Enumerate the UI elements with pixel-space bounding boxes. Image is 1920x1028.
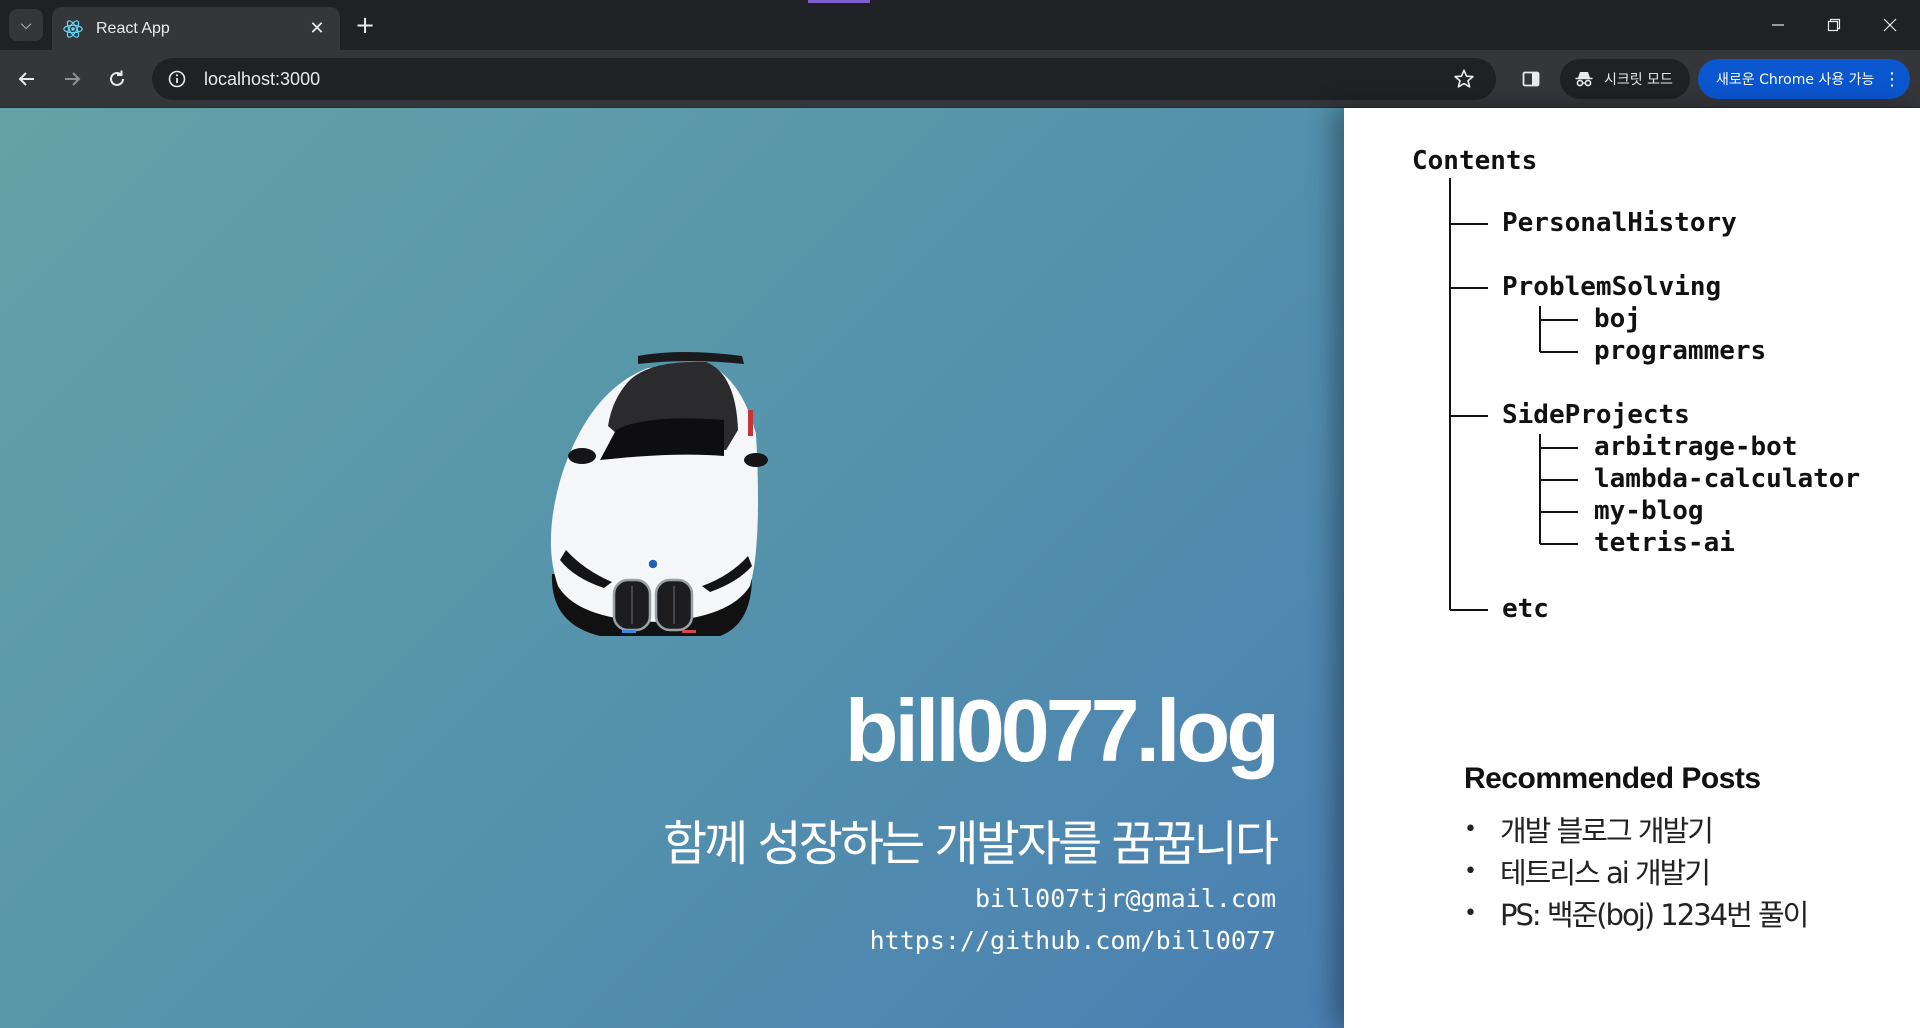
page-viewport: bill0077.log 함께 성장하는 개발자를 꿈꿉니다 bill007tj… — [0, 108, 1920, 1028]
bullet-icon: • — [1464, 900, 1477, 926]
arrow-left-icon — [18, 72, 34, 86]
tab-title: React App — [96, 19, 170, 37]
sidebar: Contents PersonalHistory ProblemSolving … — [1344, 108, 1920, 1028]
chevron-down-icon: ⌵ — [20, 17, 32, 33]
close-icon — [1883, 18, 1897, 32]
minimize-icon — [1772, 24, 1784, 26]
recommended-post-item[interactable]: • PS: 백준(boj) 1234번 풀이 — [1464, 892, 1809, 934]
github-link[interactable]: https://github.com/bill0077 — [870, 926, 1276, 955]
blog-tagline: 함께 성장하는 개발자를 꿈꿉니다 — [662, 816, 1279, 872]
chrome-update-button[interactable]: 새로운 Chrome 사용 가능 ⋮ — [1698, 59, 1910, 99]
recommended-post-title: 테트리스 ai 개발기 — [1500, 856, 1711, 890]
more-vert-icon[interactable]: ⋮ — [1880, 69, 1904, 90]
close-tab-icon[interactable]: ✕ — [304, 16, 330, 42]
email-link[interactable]: bill007tjr@gmail.com — [975, 884, 1276, 913]
toc-item-personal-history[interactable]: PersonalHistory — [1502, 208, 1737, 238]
reload-icon — [110, 70, 124, 86]
minimize-button[interactable] — [1750, 0, 1806, 50]
hero-section: bill0077.log 함께 성장하는 개발자를 꿈꿉니다 bill007tj… — [0, 108, 1344, 1028]
bullet-icon: • — [1464, 816, 1477, 842]
recommended-posts-list: • 개발 블로그 개발기 • 테트리스 ai 개발기 • PS: 백준(boj)… — [1464, 808, 1809, 934]
back-button[interactable] — [10, 62, 44, 96]
url-text[interactable]: localhost:3000 — [204, 69, 1446, 90]
react-logo-icon — [63, 19, 83, 38]
tab-search-button[interactable]: ⌵ — [9, 9, 43, 41]
incognito-indicator[interactable]: 시크릿 모드 — [1560, 59, 1690, 99]
browser-toolbar: localhost:3000 시크릿 모드 새로운 Chrome 사용 가능 ⋮ — [0, 50, 1920, 108]
info-icon — [168, 70, 186, 88]
toc-item-programmers[interactable]: programmers — [1594, 336, 1766, 366]
car-3d-model[interactable] — [530, 324, 780, 644]
recommended-post-title: 개발 블로그 개발기 — [1500, 814, 1714, 848]
site-info-button[interactable] — [162, 64, 192, 94]
recommended-posts-heading: Recommended Posts — [1464, 762, 1761, 795]
toc-item-problem-solving[interactable]: ProblemSolving — [1502, 272, 1721, 302]
address-bar[interactable]: localhost:3000 — [152, 58, 1496, 100]
recommended-post-item[interactable]: • 개발 블로그 개발기 — [1464, 808, 1807, 850]
reload-button[interactable] — [100, 62, 134, 96]
toc-item-side-projects[interactable]: SideProjects — [1502, 400, 1690, 430]
arrow-right-icon — [65, 72, 81, 86]
side-panel-icon — [1522, 71, 1540, 87]
incognito-icon — [1575, 72, 1593, 87]
toc-item-boj[interactable]: boj — [1594, 304, 1641, 334]
update-label: 새로운 Chrome 사용 가능 — [1716, 72, 1875, 88]
new-tab-button[interactable]: + — [350, 10, 380, 40]
star-icon — [1454, 69, 1474, 88]
side-panel-button[interactable] — [1514, 62, 1548, 96]
forward-button[interactable] — [55, 62, 89, 96]
incognito-label: 시크릿 모드 — [1604, 72, 1673, 88]
blog-title: bill0077.log — [844, 681, 1280, 780]
tab-strip: ⌵ React App ✕ + — [0, 0, 1920, 50]
toc-item-etc[interactable]: etc — [1502, 594, 1549, 624]
toc-item-my-blog[interactable]: my-blog — [1594, 496, 1704, 526]
toc-item-arbitrage-bot[interactable]: arbitrage-bot — [1594, 432, 1798, 462]
recommended-post-item[interactable]: • 테트리스 ai 개발기 — [1464, 850, 1807, 892]
bullet-icon: • — [1464, 858, 1477, 884]
toc-item-lambda-calculator[interactable]: lambda-calculator — [1594, 464, 1860, 494]
browser-tab[interactable]: React App ✕ — [52, 7, 340, 50]
restore-button[interactable] — [1806, 0, 1862, 50]
bookmark-button[interactable] — [1446, 61, 1482, 97]
close-window-button[interactable] — [1862, 0, 1918, 50]
restore-icon — [1827, 18, 1841, 32]
toc-item-tetris-ai[interactable]: tetris-ai — [1594, 528, 1735, 558]
recommended-post-title: PS: 백준(boj) 1234번 풀이 — [1500, 898, 1809, 932]
window-accent-bar — [808, 0, 870, 3]
toc-heading: Contents — [1412, 146, 1538, 176]
